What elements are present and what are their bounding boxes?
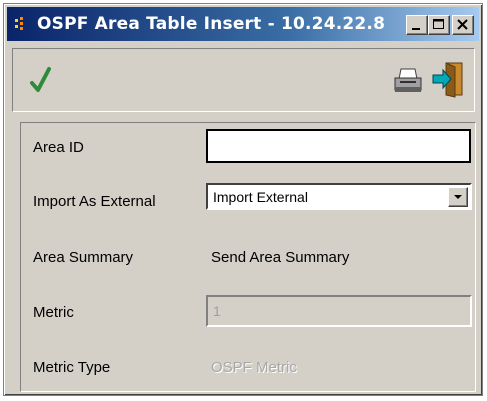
close-button[interactable]	[452, 15, 474, 35]
metric-input[interactable]: 1	[206, 295, 472, 327]
printer-icon	[394, 68, 422, 92]
import-as-external-select[interactable]: Import External	[206, 183, 472, 210]
area-id-label: Area ID	[33, 139, 84, 156]
print-button[interactable]	[391, 65, 425, 99]
chevron-down-icon	[454, 195, 462, 199]
close-icon	[457, 19, 468, 30]
metric-type-label: Metric Type	[33, 359, 111, 376]
maximize-icon	[433, 19, 444, 29]
window-title: OSPF Area Table Insert - 10.24.22.8	[37, 14, 386, 34]
area-summary-label: Area Summary	[33, 249, 134, 266]
metric-type-value: OSPF Metric	[211, 359, 297, 376]
import-as-external-selected: Import External	[213, 189, 308, 205]
metric-label: Metric	[33, 304, 74, 321]
minimize-icon	[412, 28, 420, 30]
area-id-input[interactable]	[206, 129, 471, 163]
maximize-button[interactable]	[428, 15, 450, 35]
exit-button[interactable]	[431, 61, 465, 98]
area-summary-value: Send Area Summary	[211, 249, 350, 266]
dialog-window: OSPF Area Table Insert - 10.24.22.8 Area…	[3, 3, 483, 396]
metric-value: 1	[213, 303, 221, 319]
exit-door-icon	[432, 62, 463, 98]
dropdown-button[interactable]	[448, 187, 468, 207]
minimize-button[interactable]	[406, 15, 428, 35]
toolbar	[12, 48, 475, 112]
title-bar[interactable]: OSPF Area Table Insert - 10.24.22.8	[7, 7, 479, 41]
checkmark-icon	[30, 67, 51, 92]
form-panel: Area ID Import As External Import Extern…	[20, 122, 476, 392]
import-as-external-label: Import As External	[33, 193, 156, 210]
apply-button[interactable]	[27, 63, 61, 97]
app-icon	[15, 17, 23, 30]
